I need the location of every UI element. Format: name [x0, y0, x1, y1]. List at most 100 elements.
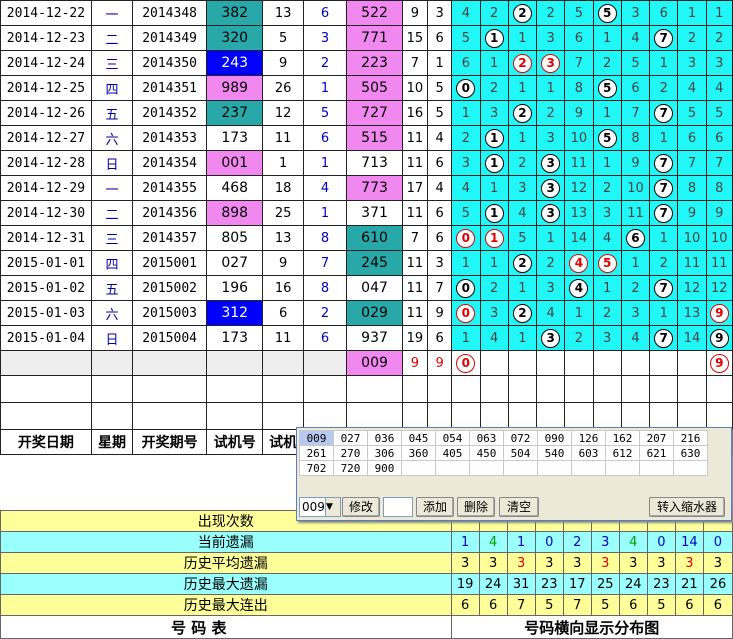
number-ball: 2 [512, 103, 532, 123]
number-ball: 0 [456, 303, 476, 323]
winning-number: 515 [346, 125, 403, 151]
dist-cell: 2 [507, 300, 538, 326]
stats-value: 31 [506, 573, 536, 595]
delete-button[interactable]: 删除 [457, 497, 495, 517]
dist-cell: 6 [620, 225, 651, 251]
weekday: 日 [90, 150, 134, 176]
num-span: 4 [427, 175, 453, 201]
modify-button[interactable]: 修改 [342, 497, 380, 517]
dist-cell: 3 [620, 0, 651, 26]
trial-sum: 5 [262, 25, 304, 51]
stats-value: 26 [702, 573, 733, 595]
stats-value: 5 [590, 594, 620, 616]
number-cell[interactable]: 720 [333, 460, 368, 476]
number-cell[interactable]: 009 [299, 430, 334, 446]
chevron-down-icon[interactable]: ▼ [325, 498, 340, 516]
number-cell[interactable] [673, 460, 708, 476]
number-cell[interactable] [639, 460, 674, 476]
num-span: 6 [427, 150, 453, 176]
number-cell[interactable]: 216 [673, 430, 708, 446]
number-cell[interactable]: 045 [401, 430, 436, 446]
number-cell[interactable]: 090 [537, 430, 572, 446]
draw-date: 2014-12-22 [0, 0, 92, 26]
dist-cell: 2 [677, 25, 707, 51]
number-cell[interactable]: 261 [299, 445, 334, 461]
stats-value: 1 [506, 531, 536, 553]
dist-cell: 3 [677, 50, 707, 76]
number-cell[interactable] [605, 460, 640, 476]
dist-cell [649, 350, 679, 376]
dist-cell: 7 [705, 150, 733, 176]
dist-cell: 2 [592, 50, 622, 76]
issue-number: 2015003 [132, 300, 207, 326]
number-cell[interactable]: 207 [639, 430, 674, 446]
number-cell[interactable]: 126 [571, 430, 606, 446]
number-cell[interactable] [571, 460, 606, 476]
number-cell[interactable]: 702 [299, 460, 334, 476]
number-cell[interactable] [469, 460, 504, 476]
number-cell[interactable] [401, 460, 436, 476]
stats-value: 17 [562, 573, 592, 595]
dist-cell: 7 [649, 25, 679, 51]
number-cell[interactable]: 360 [401, 445, 436, 461]
number-ball: 9 [709, 328, 729, 348]
number-cell[interactable]: 540 [537, 445, 572, 461]
number-cell[interactable]: 450 [469, 445, 504, 461]
stats-value: 3 [450, 552, 480, 574]
dist-cell: 4 [620, 25, 651, 51]
number-cell[interactable]: 630 [673, 445, 708, 461]
dist-cell: 2 [507, 0, 538, 26]
number-cell[interactable]: 603 [571, 445, 606, 461]
number-cell[interactable]: 054 [435, 430, 470, 446]
number-cell[interactable]: 027 [333, 430, 368, 446]
trial-sum: 11 [262, 125, 304, 151]
number-cell[interactable]: 072 [503, 430, 538, 446]
dist-cell: 10 [564, 125, 594, 151]
table-row: 2014-12-26 五 2014352 237 12 5 727 16 5 1… [0, 100, 733, 126]
issue-number: 2014351 [132, 75, 207, 101]
number-cell[interactable] [503, 460, 538, 476]
draw-date: 2015-01-02 [0, 275, 92, 301]
dist-cell: 6 [620, 75, 651, 101]
number-ball: 0 [456, 228, 476, 248]
stats-value: 2 [562, 531, 592, 553]
table-row: 2015-01-04 日 2015004 173 11 6 937 19 6 1… [0, 325, 733, 351]
number-cell[interactable]: 900 [367, 460, 402, 476]
dist-cell: 8 [705, 175, 733, 201]
number-input[interactable] [383, 497, 413, 517]
number-cell[interactable]: 612 [605, 445, 640, 461]
number-cell[interactable] [537, 460, 572, 476]
dist-cell: 7 [649, 150, 679, 176]
num-span: 5 [427, 100, 453, 126]
number-cell[interactable]: 063 [469, 430, 504, 446]
dist-cell: 0 [451, 225, 481, 251]
number-select[interactable]: 009 ▼ [299, 497, 341, 517]
draw-date: 2015-01-01 [0, 250, 92, 276]
number-cell[interactable]: 270 [333, 445, 368, 461]
dist-cell: 1 [451, 325, 481, 351]
dist-cell: 1 [479, 125, 509, 151]
number-ball: 4 [569, 253, 589, 273]
number-cell[interactable] [435, 460, 470, 476]
dist-cell: 1 [507, 125, 538, 151]
number-cell[interactable]: 621 [639, 445, 674, 461]
table-row: 2015-01-02 五 2015002 196 16 8 047 11 7 0… [0, 275, 733, 301]
number-cell[interactable]: 504 [503, 445, 538, 461]
number-cell[interactable]: 036 [367, 430, 402, 446]
dist-cell: 1 [677, 0, 707, 26]
stats-table: 出现次数140314031000145414291003105010701422… [0, 510, 733, 639]
number-ball: 2 [512, 253, 532, 273]
dist-cell: 6 [649, 0, 679, 26]
number-cell[interactable]: 162 [605, 430, 640, 446]
convert-to-reducer-button[interactable]: 转入缩水器 [649, 497, 725, 517]
num-sum: 11 [401, 275, 429, 301]
trial-number: 805 [205, 225, 264, 251]
number-cell[interactable]: 405 [435, 445, 470, 461]
clear-button[interactable]: 清空 [499, 497, 539, 517]
add-button[interactable]: 添加 [416, 497, 454, 517]
number-ball: 7 [654, 278, 674, 298]
dist-cell: 7 [564, 50, 594, 76]
num-sum: 10 [401, 75, 429, 101]
number-cell[interactable]: 306 [367, 445, 402, 461]
stats-value: 3 [590, 552, 620, 574]
